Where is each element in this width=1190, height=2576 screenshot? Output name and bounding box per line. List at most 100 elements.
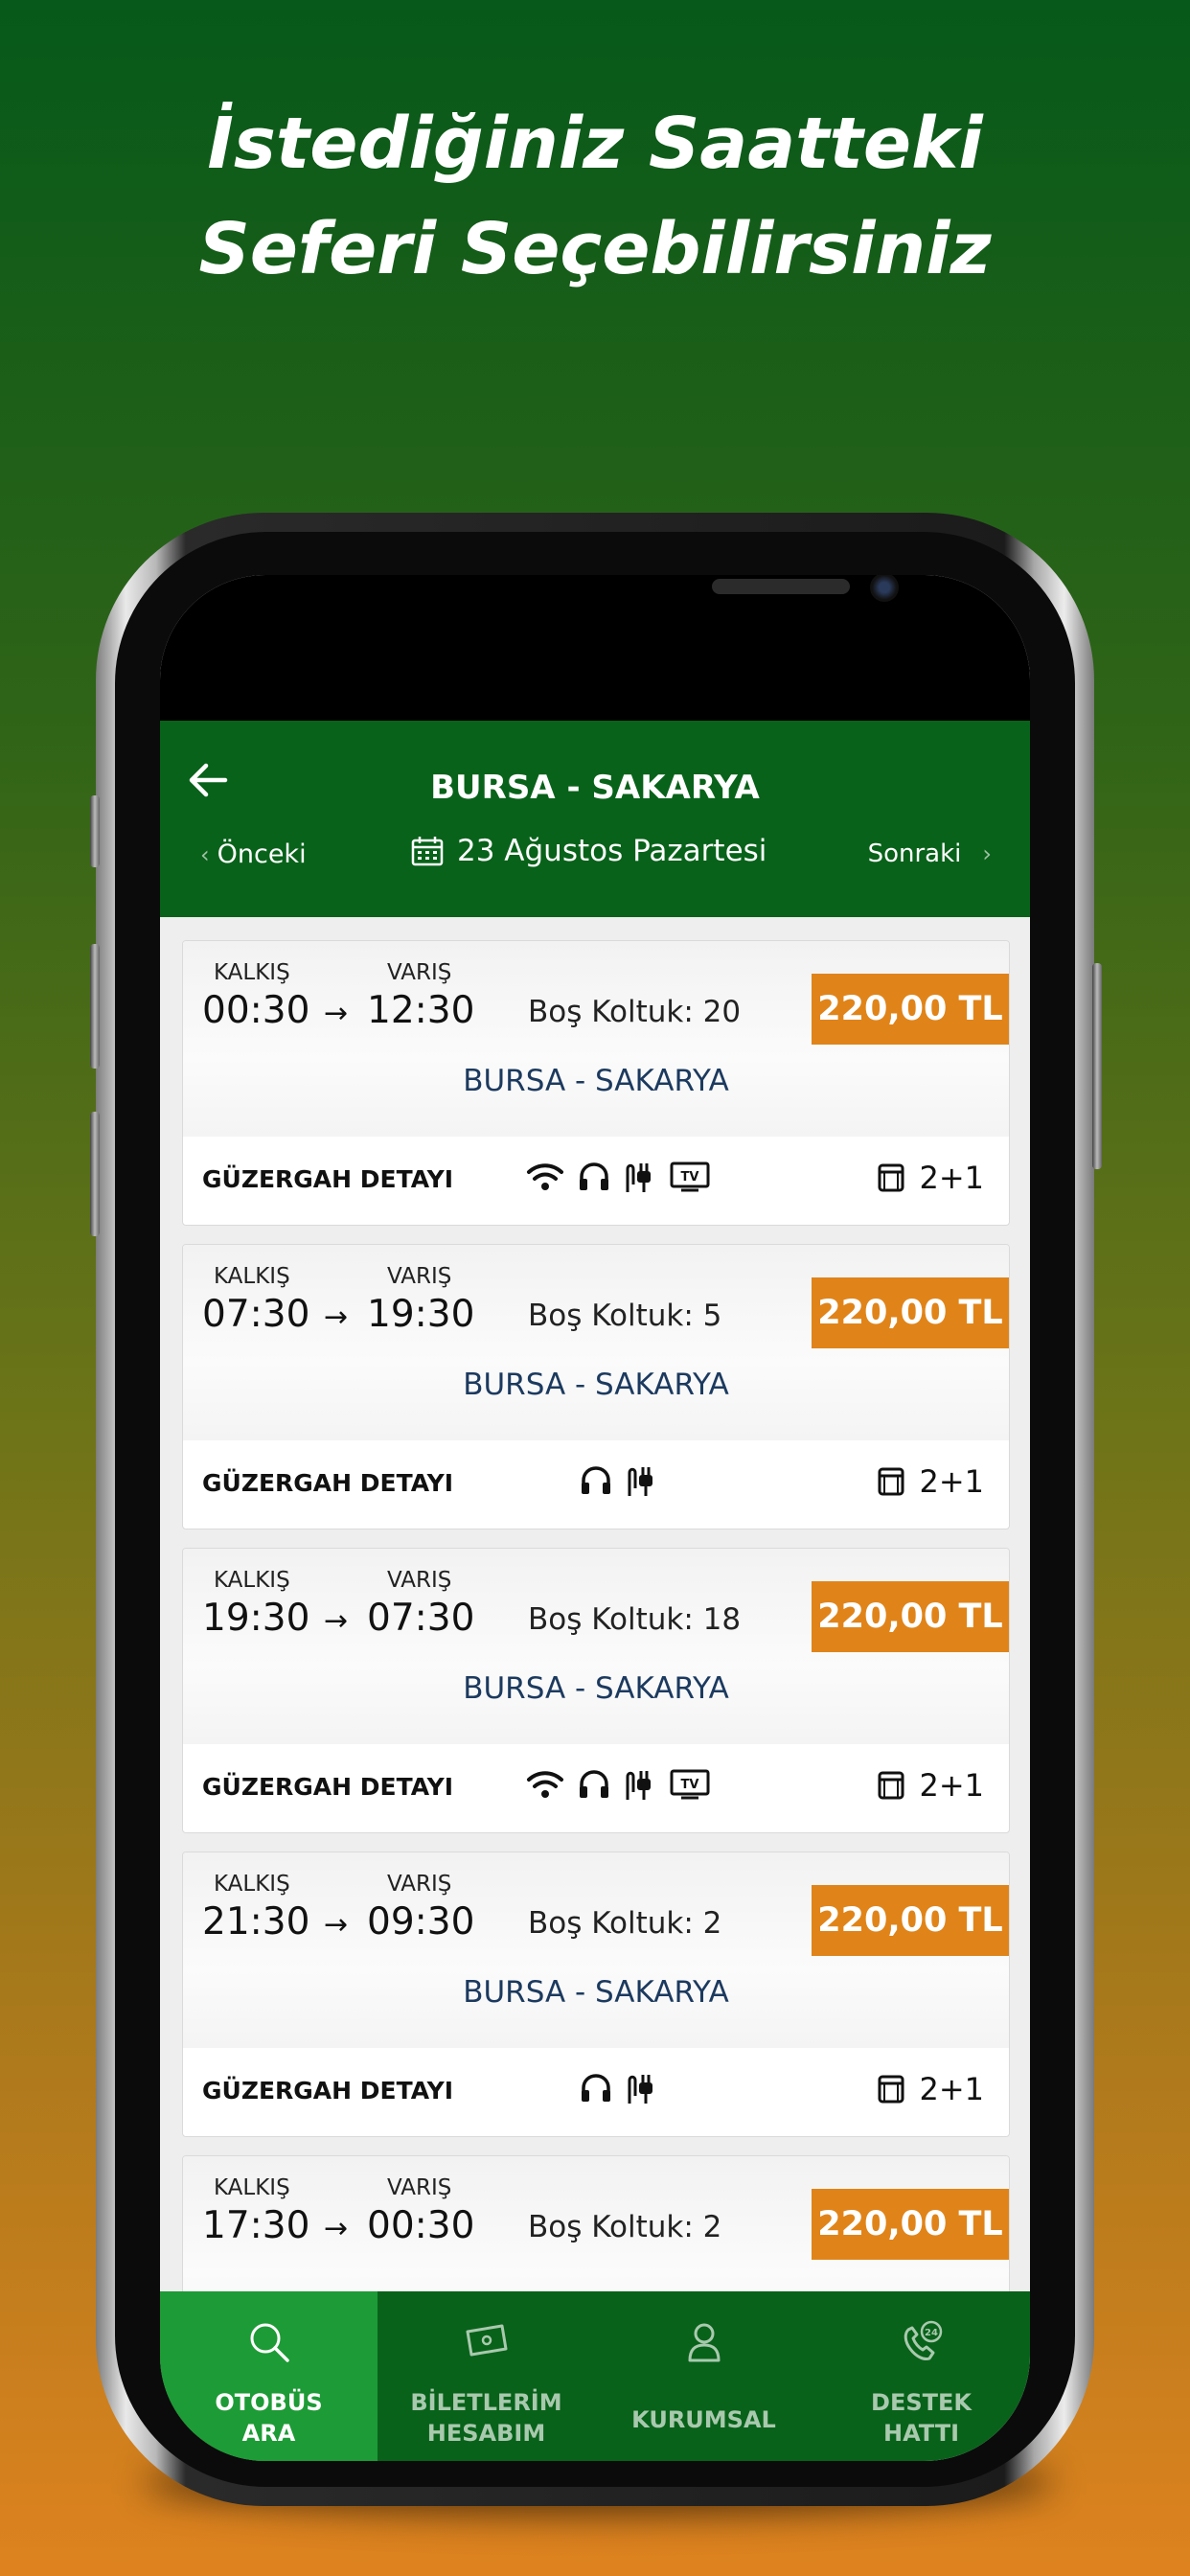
available-seats-label: Boş Koltuk: bbox=[528, 2210, 694, 2244]
available-seats-count: 20 bbox=[702, 995, 742, 1029]
amenities: TV bbox=[526, 1767, 710, 1802]
search-icon bbox=[250, 2323, 289, 2362]
power-plug-icon bbox=[628, 1467, 652, 1496]
available-seats: Boş Koltuk: 2 bbox=[528, 2210, 721, 2244]
available-seats: Boş Koltuk: 5 bbox=[528, 1299, 721, 1333]
arrow-right-icon: → bbox=[324, 1908, 349, 1942]
tab-support-line-line1: DESTEK bbox=[871, 2389, 972, 2416]
seat-layout: 2+1 bbox=[877, 1767, 984, 1804]
arrival-time: 00:30 bbox=[367, 2204, 475, 2247]
promo-headline-line1: İstediğiniz Saatteki bbox=[207, 103, 983, 185]
phone-volume-up bbox=[90, 944, 100, 1069]
headphones-icon bbox=[582, 1466, 610, 1494]
page-title: BURSA - SAKARYA bbox=[430, 769, 760, 807]
route-detail-button[interactable]: GÜZERGAH DETAYI bbox=[202, 2077, 453, 2104]
tab-support-line[interactable]: 24 DESTEK HATTI bbox=[812, 2291, 1030, 2461]
arrival-label: VARIŞ bbox=[387, 1872, 452, 1897]
seat-layout-text: 2+1 bbox=[919, 1160, 984, 1196]
price-button[interactable]: 220,00 TL bbox=[812, 974, 1009, 1045]
amenities: TV bbox=[526, 1160, 710, 1194]
app-header: BURSA - SAKARYA ‹ Önceki 23 Ağustos Pazar… bbox=[160, 721, 1030, 917]
seat-layout: 2+1 bbox=[877, 1160, 984, 1196]
phone-power-button bbox=[1092, 963, 1102, 1169]
arrow-right-icon: → bbox=[324, 997, 349, 1030]
available-seats-label: Boş Koltuk: bbox=[528, 1906, 694, 1941]
user-icon bbox=[688, 2323, 720, 2362]
arrival-label: VARIŞ bbox=[387, 960, 452, 985]
seat-icon bbox=[878, 1163, 904, 1192]
phone-silent-switch bbox=[90, 795, 100, 867]
amenities bbox=[580, 1463, 658, 1498]
headphones-icon bbox=[580, 1770, 608, 1798]
speaker-grille bbox=[712, 579, 850, 594]
wifi-icon bbox=[527, 1771, 563, 1798]
departure-label: KALKIŞ bbox=[214, 1264, 290, 1289]
arrow-right-icon: → bbox=[324, 2212, 349, 2245]
trip-card[interactable]: KALKIŞ VARIŞ 17:30 → 00:30 Boş Koltuk: 2 220,0… bbox=[182, 2155, 1010, 2291]
chevron-right-icon: › bbox=[982, 840, 992, 867]
arrival-label: VARIŞ bbox=[387, 2175, 452, 2200]
trip-card[interactable]: KALKIŞ VARIŞ 19:30 → 07:30 Boş Koltuk: 18 220,… bbox=[182, 1548, 1010, 1833]
seat-icon bbox=[878, 1467, 904, 1496]
tab-corporate-label: KURUMSAL bbox=[631, 2406, 776, 2433]
amenities bbox=[580, 2071, 658, 2105]
chevron-left-icon: ‹ bbox=[200, 841, 210, 868]
departure-time: 19:30 bbox=[202, 1597, 310, 1640]
departure-time: 21:30 bbox=[202, 1900, 310, 1944]
price-button[interactable]: 220,00 TL bbox=[812, 1885, 1009, 1956]
available-seats-count: 2 bbox=[702, 2210, 722, 2244]
available-seats: Boş Koltuk: 18 bbox=[528, 1602, 741, 1637]
seat-layout: 2+1 bbox=[877, 2071, 984, 2107]
headphones-icon bbox=[582, 2074, 610, 2102]
date-selector[interactable]: 23 Ağustos Pazartesi bbox=[411, 834, 767, 868]
available-seats-label: Boş Koltuk: bbox=[528, 1299, 694, 1333]
trip-details-row: GÜZERGAH DETAYI 2+1 bbox=[183, 1440, 1009, 1529]
route-detail-button[interactable]: GÜZERGAH DETAYI bbox=[202, 1773, 453, 1801]
tab-bus-search-line1: OTOBÜS bbox=[215, 2389, 323, 2416]
arrival-time: 09:30 bbox=[367, 1900, 475, 1944]
seat-layout-text: 2+1 bbox=[919, 2071, 984, 2107]
tab-bus-search-line2: ARA bbox=[241, 2420, 296, 2447]
trip-summary: KALKIŞ VARIŞ 07:30 → 19:30 Boş Koltuk: 5 220,0… bbox=[183, 1245, 1009, 1440]
arrival-time: 19:30 bbox=[367, 1293, 475, 1336]
departure-label: KALKIŞ bbox=[214, 2175, 290, 2200]
trip-details-row: GÜZERGAH DETAYI TV 2+1 bbox=[183, 1137, 1009, 1225]
trip-card[interactable]: KALKIŞ VARIŞ 00:30 → 12:30 Boş Koltuk: 20 220,… bbox=[182, 940, 1010, 1226]
tab-corporate[interactable]: KURUMSAL bbox=[595, 2291, 812, 2461]
seat-icon bbox=[878, 1771, 904, 1800]
arrow-right-icon: → bbox=[324, 1604, 349, 1638]
next-day-button[interactable]: Sonraki › bbox=[868, 840, 992, 868]
available-seats: Boş Koltuk: 20 bbox=[528, 995, 741, 1029]
support-24-icon: 24 bbox=[904, 2320, 942, 2360]
tab-support-line-line2: HATTI bbox=[882, 2420, 960, 2447]
tab-bus-search[interactable]: OTOBÜS ARA bbox=[160, 2291, 378, 2461]
route-detail-button[interactable]: GÜZERGAH DETAYI bbox=[202, 1165, 453, 1193]
previous-day-button[interactable]: ‹ Önceki bbox=[200, 840, 307, 869]
available-seats-label: Boş Koltuk: bbox=[528, 1602, 694, 1637]
route-name: BURSA - SAKARYA bbox=[463, 1975, 729, 2010]
route-name: BURSA - SAKARYA bbox=[463, 1671, 729, 1706]
price-button[interactable]: 220,00 TL bbox=[812, 1581, 1009, 1652]
svg-text:TV: TV bbox=[681, 1778, 699, 1792]
available-seats-label: Boş Koltuk: bbox=[528, 995, 694, 1029]
seat-icon bbox=[878, 2075, 904, 2104]
tab-my-tickets[interactable]: BİLETLERİM HESABIM bbox=[378, 2291, 595, 2461]
price-button[interactable]: 220,00 TL bbox=[812, 1277, 1009, 1348]
wifi-icon bbox=[527, 1163, 563, 1190]
svg-text:TV: TV bbox=[681, 1170, 699, 1184]
trip-card[interactable]: KALKIŞ VARIŞ 07:30 → 19:30 Boş Koltuk: 5 220,0… bbox=[182, 1244, 1010, 1530]
previous-day-label: Önceki bbox=[217, 840, 307, 869]
trip-card[interactable]: KALKIŞ VARIŞ 21:30 → 09:30 Boş Koltuk: 2 220,0… bbox=[182, 1852, 1010, 2137]
tab-my-tickets-line2: HESABIM bbox=[426, 2420, 546, 2447]
seat-layout: 2+1 bbox=[877, 1463, 984, 1500]
route-detail-button[interactable]: GÜZERGAH DETAYI bbox=[202, 1469, 453, 1497]
power-plug-icon bbox=[626, 1163, 651, 1192]
tab-my-tickets-line1: BİLETLERİM bbox=[410, 2389, 562, 2416]
departure-time: 17:30 bbox=[202, 2204, 310, 2247]
tv-icon: TV bbox=[670, 1162, 710, 1192]
trip-summary: KALKIŞ VARIŞ 17:30 → 00:30 Boş Koltuk: 2 220,0… bbox=[183, 2156, 1009, 2291]
price-button[interactable]: 220,00 TL bbox=[812, 2189, 1009, 2260]
departure-time: 00:30 bbox=[202, 989, 310, 1032]
seat-layout-text: 2+1 bbox=[919, 1463, 984, 1500]
promo-headline: İstediğiniz Saatteki Seferi Seçebilirsin… bbox=[0, 91, 1190, 302]
